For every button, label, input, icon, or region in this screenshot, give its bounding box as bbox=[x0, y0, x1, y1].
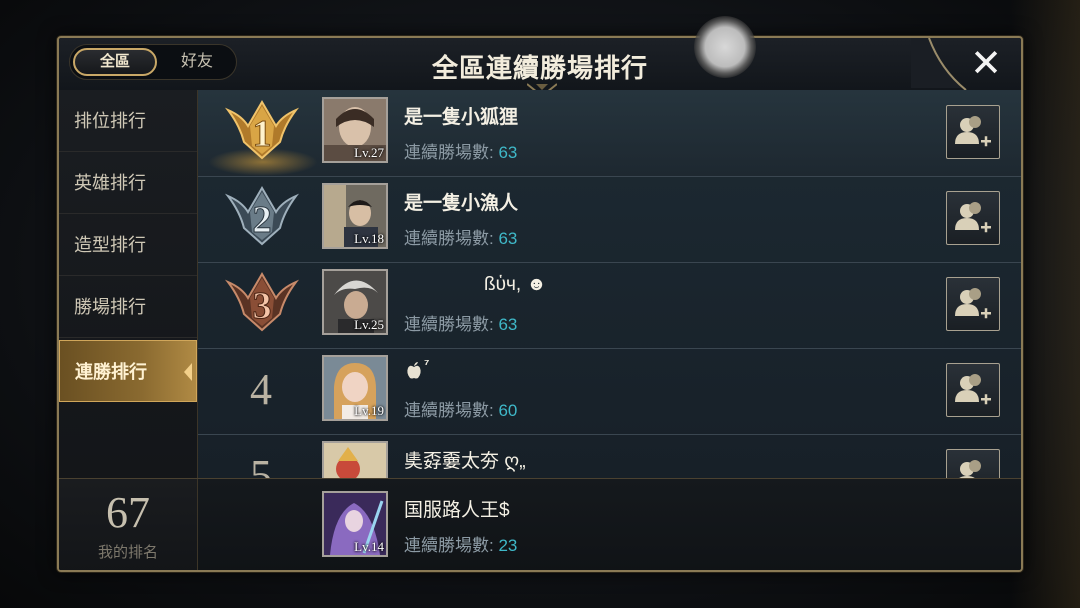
player-name: 奊孬嫑太夯 ღ„ bbox=[404, 451, 526, 472]
add-friend-button[interactable] bbox=[946, 105, 1000, 159]
avatar[interactable]: Lv.27 bbox=[322, 97, 388, 163]
ranking-row: 3 Lv.25 ßὑч, ☻ 連續勝場數: 63 bbox=[198, 262, 1021, 349]
header-bar: 全區 好友 全區連續勝場排行 ✕ bbox=[59, 38, 1021, 98]
streak-text: 連續勝場數: 63 bbox=[404, 224, 517, 249]
add-friend-icon bbox=[959, 460, 981, 478]
player-level: Lv.14 bbox=[354, 539, 384, 554]
player-level: Lv.27 bbox=[354, 145, 384, 160]
avatar-photo bbox=[324, 443, 386, 478]
streak-value: 63 bbox=[498, 315, 518, 334]
add-friend-button[interactable] bbox=[946, 277, 1000, 331]
my-rank-summary: 67 我的排名 bbox=[59, 479, 198, 570]
ranking-row: 1 Lv.27 是一隻小狐狸 連續勝場數: 63 bbox=[198, 90, 1021, 177]
rank-number: 4 bbox=[250, 365, 272, 414]
my-rank-bar: 67 我的排名 Lv.14 国服路人王$ 連續勝場數: 23 bbox=[59, 478, 1021, 570]
ranking-list[interactable]: 1 Lv.27 是一隻小狐狸 連續勝場數: 63 2 Lv.18 是一隻小漁人 … bbox=[198, 90, 1021, 478]
sidebar-item-hero[interactable]: 英雄排行 bbox=[59, 152, 197, 214]
streak-label: 連續勝場數: bbox=[404, 143, 499, 162]
sidebar-item-skin[interactable]: 造型排行 bbox=[59, 214, 197, 276]
player-name: 是一隻小狐狸 bbox=[404, 107, 519, 128]
add-friend-icon bbox=[955, 288, 991, 319]
my-avatar[interactable]: Lv.14 bbox=[322, 491, 388, 557]
gold-medal-icon: 1 bbox=[224, 100, 300, 160]
close-icon: ✕ bbox=[970, 43, 1002, 85]
add-friend-button[interactable] bbox=[946, 449, 1000, 478]
svg-text:1: 1 bbox=[253, 113, 272, 155]
ranking-row: 4 Lv.19 ⁷ 連續勝場數: 60 bbox=[198, 348, 1021, 435]
my-rank-label: 我的排名 bbox=[97, 544, 158, 561]
streak-text: 連續勝場數: 63 bbox=[404, 138, 517, 163]
streak-label: 連續勝場數: bbox=[404, 315, 499, 334]
avatar[interactable]: Lv.18 bbox=[322, 183, 388, 249]
player-level: Lv.18 bbox=[354, 231, 384, 246]
ranking-row: 5 奊孬嫑太夯 ღ„ bbox=[198, 434, 1021, 478]
leaderboard-panel: 全區 好友 全區連續勝場排行 ✕ 排位排行 英雄排行 造型排行 勝場排行 連勝排… bbox=[57, 36, 1023, 572]
streak-value: 60 bbox=[498, 401, 518, 420]
player-name: ßὑч, ☻ bbox=[484, 274, 547, 295]
streak-text: 連續勝場數: 60 bbox=[404, 396, 517, 421]
add-friend-button[interactable] bbox=[946, 191, 1000, 245]
my-streak-text: 連續勝場數: 23 bbox=[404, 531, 517, 556]
add-friend-button[interactable] bbox=[946, 363, 1000, 417]
avatar[interactable] bbox=[322, 441, 388, 478]
streak-label: 連續勝場數: bbox=[404, 229, 499, 248]
streak-value: 63 bbox=[498, 229, 518, 248]
player-name: 是一隻小漁人 bbox=[404, 193, 519, 214]
add-friend-icon bbox=[955, 374, 991, 405]
my-player-name: 国服路人王$ bbox=[404, 500, 510, 521]
floating-assistive-button[interactable] bbox=[694, 16, 756, 78]
sidebar-item-wins[interactable]: 勝場排行 bbox=[59, 276, 197, 338]
svg-text:3: 3 bbox=[253, 285, 272, 327]
streak-value: 23 bbox=[498, 536, 518, 555]
avatar[interactable]: Lv.19 bbox=[322, 355, 388, 421]
apple-icon bbox=[407, 362, 421, 379]
player-level: Lv.25 bbox=[354, 317, 384, 332]
player-name: ⁷ bbox=[424, 356, 430, 371]
streak-label: 連續勝場數: bbox=[404, 536, 499, 555]
bronze-medal-icon: 3 bbox=[224, 272, 300, 332]
silver-medal-icon: 2 bbox=[224, 186, 300, 246]
svg-text:2: 2 bbox=[253, 199, 272, 241]
rank-number: 5 bbox=[250, 451, 272, 478]
add-friend-icon bbox=[955, 116, 991, 147]
player-level: Lv.19 bbox=[354, 403, 384, 418]
sidebar-item-rank[interactable]: 排位排行 bbox=[59, 90, 197, 152]
page-title: 全區連續勝場排行 bbox=[431, 53, 648, 83]
close-button[interactable]: ✕ bbox=[965, 43, 1007, 85]
add-friend-icon bbox=[955, 202, 991, 233]
ranking-row: 2 Lv.18 是一隻小漁人 連續勝場數: 63 bbox=[198, 176, 1021, 263]
avatar[interactable]: Lv.25 bbox=[322, 269, 388, 335]
streak-value: 63 bbox=[498, 143, 518, 162]
close-area: ✕ bbox=[911, 38, 1021, 90]
streak-text: 連續勝場數: 63 bbox=[404, 310, 517, 335]
sidebar-item-win-streak[interactable]: 連勝排行 bbox=[59, 340, 197, 402]
streak-label: 連續勝場數: bbox=[404, 401, 499, 420]
my-rank-number: 67 bbox=[106, 488, 150, 537]
